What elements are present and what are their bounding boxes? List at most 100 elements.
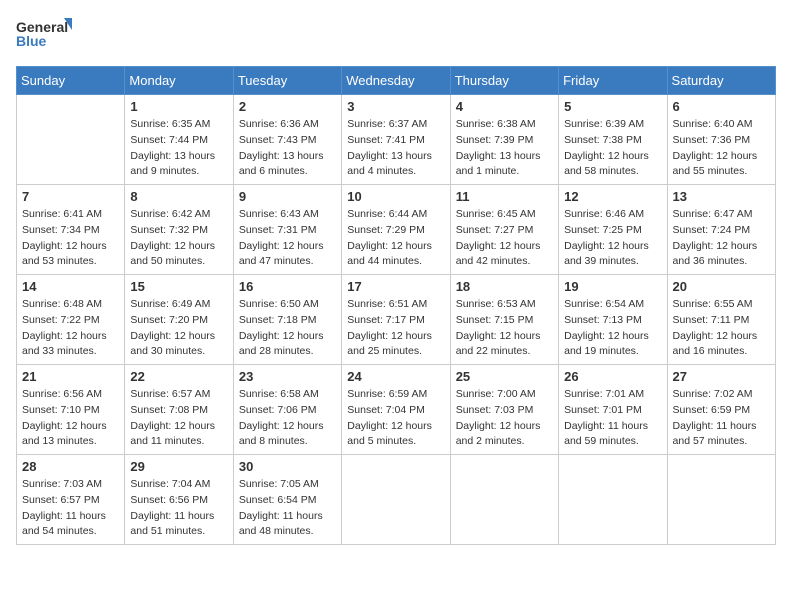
- column-header-sunday: Sunday: [17, 67, 125, 95]
- cell-info: and 39 minutes.: [564, 254, 661, 270]
- cell-info: and 36 minutes.: [673, 254, 770, 270]
- cell-info: Sunset: 7:25 PM: [564, 223, 661, 239]
- cell-info: Sunrise: 6:46 AM: [564, 207, 661, 223]
- cell-info: and 2 minutes.: [456, 434, 553, 450]
- cell-info: Daylight: 12 hours: [673, 239, 770, 255]
- cell-info: and 16 minutes.: [673, 344, 770, 360]
- day-number: 15: [130, 279, 227, 294]
- cell-info: Daylight: 12 hours: [130, 239, 227, 255]
- cell-info: Daylight: 12 hours: [456, 329, 553, 345]
- cell-info: Sunrise: 6:39 AM: [564, 117, 661, 133]
- day-number: 8: [130, 189, 227, 204]
- calendar-cell: 12Sunrise: 6:46 AMSunset: 7:25 PMDayligh…: [559, 185, 667, 275]
- column-header-friday: Friday: [559, 67, 667, 95]
- cell-info: Sunset: 7:41 PM: [347, 133, 444, 149]
- cell-info: Daylight: 12 hours: [22, 239, 119, 255]
- cell-info: Sunrise: 6:50 AM: [239, 297, 336, 313]
- cell-info: Daylight: 12 hours: [130, 419, 227, 435]
- cell-info: Sunrise: 7:05 AM: [239, 477, 336, 493]
- cell-info: and 58 minutes.: [564, 164, 661, 180]
- day-number: 26: [564, 369, 661, 384]
- calendar-cell: 21Sunrise: 6:56 AMSunset: 7:10 PMDayligh…: [17, 365, 125, 455]
- cell-info: Sunset: 7:06 PM: [239, 403, 336, 419]
- day-number: 3: [347, 99, 444, 114]
- calendar-cell: 16Sunrise: 6:50 AMSunset: 7:18 PMDayligh…: [233, 275, 341, 365]
- cell-info: and 28 minutes.: [239, 344, 336, 360]
- cell-info: and 19 minutes.: [564, 344, 661, 360]
- cell-info: Daylight: 12 hours: [347, 329, 444, 345]
- day-number: 11: [456, 189, 553, 204]
- cell-info: Sunset: 7:22 PM: [22, 313, 119, 329]
- svg-text:Blue: Blue: [16, 33, 47, 49]
- calendar-cell: 22Sunrise: 6:57 AMSunset: 7:08 PMDayligh…: [125, 365, 233, 455]
- calendar-cell: 27Sunrise: 7:02 AMSunset: 6:59 PMDayligh…: [667, 365, 775, 455]
- calendar-week-row: 28Sunrise: 7:03 AMSunset: 6:57 PMDayligh…: [17, 455, 776, 545]
- day-number: 1: [130, 99, 227, 114]
- day-number: 21: [22, 369, 119, 384]
- cell-info: Sunset: 7:10 PM: [22, 403, 119, 419]
- cell-info: Daylight: 12 hours: [22, 329, 119, 345]
- calendar-cell: 14Sunrise: 6:48 AMSunset: 7:22 PMDayligh…: [17, 275, 125, 365]
- cell-info: and 44 minutes.: [347, 254, 444, 270]
- cell-info: Sunset: 7:44 PM: [130, 133, 227, 149]
- day-number: 25: [456, 369, 553, 384]
- calendar-cell: 24Sunrise: 6:59 AMSunset: 7:04 PMDayligh…: [342, 365, 450, 455]
- cell-info: and 6 minutes.: [239, 164, 336, 180]
- cell-info: and 4 minutes.: [347, 164, 444, 180]
- cell-info: Daylight: 11 hours: [22, 509, 119, 525]
- cell-info: Sunset: 7:20 PM: [130, 313, 227, 329]
- cell-info: Daylight: 12 hours: [347, 419, 444, 435]
- calendar-cell: 10Sunrise: 6:44 AMSunset: 7:29 PMDayligh…: [342, 185, 450, 275]
- calendar-cell: 26Sunrise: 7:01 AMSunset: 7:01 PMDayligh…: [559, 365, 667, 455]
- day-number: 9: [239, 189, 336, 204]
- calendar-week-row: 7Sunrise: 6:41 AMSunset: 7:34 PMDaylight…: [17, 185, 776, 275]
- cell-info: Daylight: 13 hours: [130, 149, 227, 165]
- cell-info: Daylight: 12 hours: [456, 419, 553, 435]
- column-header-saturday: Saturday: [667, 67, 775, 95]
- day-number: 27: [673, 369, 770, 384]
- day-number: 16: [239, 279, 336, 294]
- calendar-cell: 6Sunrise: 6:40 AMSunset: 7:36 PMDaylight…: [667, 95, 775, 185]
- calendar-cell: 28Sunrise: 7:03 AMSunset: 6:57 PMDayligh…: [17, 455, 125, 545]
- cell-info: and 5 minutes.: [347, 434, 444, 450]
- cell-info: Daylight: 13 hours: [239, 149, 336, 165]
- cell-info: Sunset: 7:08 PM: [130, 403, 227, 419]
- calendar-cell: 19Sunrise: 6:54 AMSunset: 7:13 PMDayligh…: [559, 275, 667, 365]
- cell-info: Sunrise: 6:43 AM: [239, 207, 336, 223]
- calendar-cell: 29Sunrise: 7:04 AMSunset: 6:56 PMDayligh…: [125, 455, 233, 545]
- cell-info: and 9 minutes.: [130, 164, 227, 180]
- day-number: 17: [347, 279, 444, 294]
- cell-info: Sunset: 7:03 PM: [456, 403, 553, 419]
- calendar-cell: 15Sunrise: 6:49 AMSunset: 7:20 PMDayligh…: [125, 275, 233, 365]
- day-number: 13: [673, 189, 770, 204]
- column-header-wednesday: Wednesday: [342, 67, 450, 95]
- cell-info: Daylight: 12 hours: [564, 149, 661, 165]
- cell-info: Sunrise: 7:01 AM: [564, 387, 661, 403]
- day-number: 4: [456, 99, 553, 114]
- calendar-cell: 13Sunrise: 6:47 AMSunset: 7:24 PMDayligh…: [667, 185, 775, 275]
- cell-info: Sunrise: 7:04 AM: [130, 477, 227, 493]
- cell-info: and 30 minutes.: [130, 344, 227, 360]
- calendar-cell: 17Sunrise: 6:51 AMSunset: 7:17 PMDayligh…: [342, 275, 450, 365]
- cell-info: Sunset: 7:38 PM: [564, 133, 661, 149]
- cell-info: Sunset: 6:56 PM: [130, 493, 227, 509]
- cell-info: Sunset: 7:32 PM: [130, 223, 227, 239]
- calendar-cell: 23Sunrise: 6:58 AMSunset: 7:06 PMDayligh…: [233, 365, 341, 455]
- cell-info: Sunset: 7:11 PM: [673, 313, 770, 329]
- cell-info: Daylight: 12 hours: [130, 329, 227, 345]
- cell-info: and 25 minutes.: [347, 344, 444, 360]
- cell-info: Sunrise: 6:57 AM: [130, 387, 227, 403]
- cell-info: Sunset: 7:04 PM: [347, 403, 444, 419]
- cell-info: Sunset: 7:39 PM: [456, 133, 553, 149]
- cell-info: Sunset: 7:29 PM: [347, 223, 444, 239]
- calendar-cell: [559, 455, 667, 545]
- calendar-week-row: 1Sunrise: 6:35 AMSunset: 7:44 PMDaylight…: [17, 95, 776, 185]
- cell-info: Sunrise: 6:35 AM: [130, 117, 227, 133]
- cell-info: Sunrise: 6:38 AM: [456, 117, 553, 133]
- column-header-monday: Monday: [125, 67, 233, 95]
- calendar-cell: [342, 455, 450, 545]
- cell-info: and 51 minutes.: [130, 524, 227, 540]
- cell-info: Daylight: 12 hours: [564, 239, 661, 255]
- cell-info: and 42 minutes.: [456, 254, 553, 270]
- calendar-cell: [450, 455, 558, 545]
